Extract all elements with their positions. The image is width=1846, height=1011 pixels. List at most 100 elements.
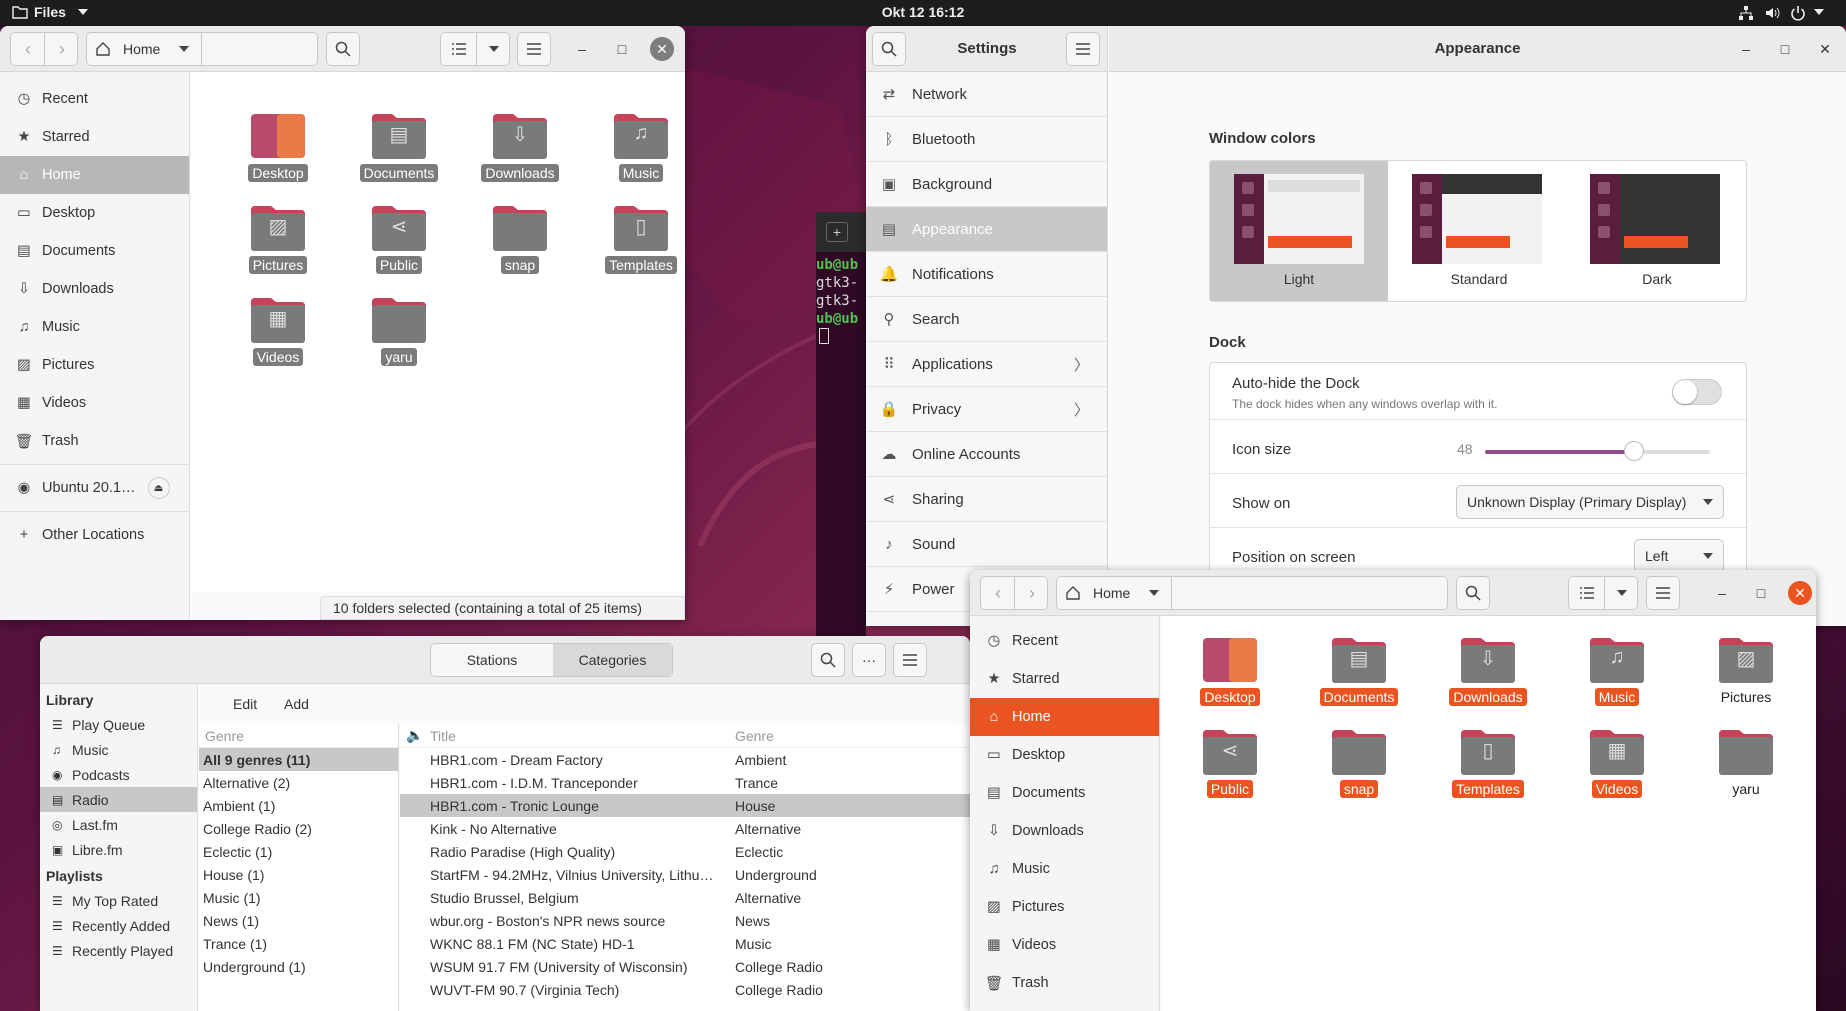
sidebar-item-home[interactable]: ⌂ Home [0,156,189,194]
sidebar-item-starred[interactable]: ★ Starred [970,660,1159,698]
theme-dark[interactable]: Dark [1568,161,1746,301]
clock[interactable]: Okt 12 16:12 [0,4,1846,20]
station-row[interactable]: wbur.org - Boston's NPR news source News [400,909,970,932]
station-row[interactable]: StartFM - 94.2MHz, Vilnius University, L… [400,863,970,886]
genre-row[interactable]: All 9 genres (11) [199,748,398,771]
minimize-button[interactable]: – [1734,37,1758,61]
search-button[interactable] [811,643,845,677]
maximize-button[interactable]: □ [1773,37,1797,61]
settings-item-search[interactable]: ⚲ Search [866,297,1107,342]
tab-stations[interactable]: Stations [431,644,553,676]
library-item-radio[interactable]: ▤ Radio [40,787,197,812]
station-row[interactable]: HBR1.com - I.D.M. Tranceponder Trance [400,771,970,794]
genre-column-header[interactable]: Genre [735,728,774,744]
sidebar-item-documents[interactable]: ▤ Documents [970,774,1159,812]
settings-item-background[interactable]: ▣ Background [866,162,1107,207]
folder-downloads[interactable]: ⇩ Downloads [460,112,580,182]
folder-pictures[interactable]: ▨ Pictures [1686,636,1806,706]
sidebar-item-videos[interactable]: ▦ Videos [970,926,1159,964]
station-row[interactable]: Radio Paradise (High Quality) Eclectic [400,840,970,863]
maximize-button[interactable]: □ [1749,581,1773,605]
settings-item-sound[interactable]: ♪ Sound [866,522,1107,567]
folder-public[interactable]: ⋖ Public [339,204,459,274]
path-bar[interactable]: Home [1056,576,1448,610]
folder-desktop[interactable]: Desktop [218,112,338,182]
genre-header[interactable]: Genre [199,724,398,748]
genre-row[interactable]: Underground (1) [199,955,398,978]
close-button[interactable]: ✕ [650,37,674,61]
close-button[interactable]: ✕ [1788,581,1812,605]
volume-icon[interactable] [1764,5,1780,21]
menu-button[interactable] [1066,32,1100,66]
library-item-podcasts[interactable]: ◉ Podcasts [40,762,197,787]
sidebar-item-trash[interactable]: 🗑 Trash [0,422,189,460]
network-icon[interactable] [1738,5,1754,21]
settings-item-privacy[interactable]: 🔒 Privacy 〉 [866,387,1107,432]
path-bar[interactable]: Home [86,32,318,66]
settings-item-notifications[interactable]: 🔔 Notifications [866,252,1107,297]
forward-button[interactable]: › [45,33,79,65]
genre-row[interactable]: College Radio (2) [199,817,398,840]
files-window-2[interactable]: ‹ › Home – □ ✕ ◷ Recent ★ Starred ⌂ Home ▭ Desk… [970,570,1816,1011]
sidebar-item-downloads[interactable]: ⇩ Downloads [970,812,1159,850]
sidebar-item-downloads[interactable]: ⇩ Downloads [0,270,189,308]
folder-public[interactable]: ⋖ Public [1170,728,1290,798]
folder-yaru[interactable]: yaru [339,296,459,366]
folder-documents[interactable]: ▤ Documents [339,112,459,182]
list-view-icon[interactable] [441,33,476,65]
show-on-dropdown[interactable]: Unknown Display (Primary Display) [1456,485,1724,519]
title-header[interactable]: Title [430,728,735,744]
sidebar-item-desktop[interactable]: ▭ Desktop [0,194,189,232]
autohide-toggle[interactable] [1672,379,1722,405]
sidebar-item-pictures[interactable]: ▨ Pictures [970,888,1159,926]
path-home[interactable]: Home [123,41,160,57]
library-item-play-queue[interactable]: ☰ Play Queue [40,712,197,737]
folder-yaru[interactable]: yaru [1686,728,1806,798]
add-button[interactable]: Add [284,696,309,712]
sidebar-item-desktop[interactable]: ▭ Desktop [970,736,1159,774]
library-item-last-fm[interactable]: ◎ Last.fm [40,812,197,837]
back-button[interactable]: ‹ [11,33,45,65]
genre-row[interactable]: Alternative (2) [199,771,398,794]
playlist-item[interactable]: ☰ Recently Added [40,913,197,938]
menu-button[interactable] [893,643,927,677]
eject-icon[interactable]: ⏏ [147,477,170,499]
icon-size-slider[interactable] [1485,441,1710,461]
sidebar-item-starred[interactable]: ★ Starred [0,118,189,156]
position-dropdown[interactable]: Left [1634,539,1724,573]
folder-desktop[interactable]: Desktop [1170,636,1290,706]
sidebar-item-videos[interactable]: ▦ Videos [0,384,189,422]
tab-categories[interactable]: Categories [553,644,672,676]
maximize-button[interactable]: □ [610,37,634,61]
menu-button[interactable] [1646,576,1680,610]
folder-videos[interactable]: ▦ Videos [218,296,338,366]
chevron-down-icon[interactable] [1605,577,1639,609]
sidebar-item-recent[interactable]: ◷ Recent [0,80,189,118]
path-home[interactable]: Home [1093,585,1130,601]
new-tab-icon[interactable]: + [826,222,848,242]
search-button[interactable] [326,32,360,66]
close-button[interactable]: ✕ [1813,37,1837,61]
library-item-music[interactable]: ♫ Music [40,737,197,762]
minimize-button[interactable]: – [570,37,594,61]
search-button[interactable] [1456,576,1490,610]
theme-standard[interactable]: Standard [1390,161,1568,301]
settings-item-network[interactable]: ⇄ Network [866,72,1107,117]
theme-light[interactable]: Light [1210,161,1388,301]
slider-handle[interactable] [1623,441,1644,461]
sidebar-item-home[interactable]: ⌂ Home [970,698,1159,736]
genre-row[interactable]: News (1) [199,909,398,932]
files-window[interactable]: ‹ › Home – □ ✕ ◷ Recent ★ Starred ⌂ Home ▭ D… [0,26,685,620]
forward-button[interactable]: › [1015,577,1049,609]
genre-row[interactable]: Trance (1) [199,932,398,955]
file-grid[interactable]: Desktop ▤ Documents ⇩ Downloads ♫ Music ▨ Pictur… [191,72,685,592]
station-row[interactable]: HBR1.com - Dream Factory Ambient [400,748,970,771]
rhythmbox-window[interactable]: Stations Categories ··· Library ☰ Play Que… [40,636,970,1011]
sidebar-item-recent[interactable]: ◷ Recent [970,622,1159,660]
station-row[interactable]: WSUM 91.7 FM (University of Wisconsin) Co… [400,955,970,978]
terminal-window[interactable]: + ub@ub gtk3- gtk3- ub@ub [816,212,866,642]
sidebar-item-drive[interactable]: ◉ Ubuntu 20.1… ⏏ [0,469,189,507]
station-row[interactable]: Kink - No Alternative Alternative [400,817,970,840]
settings-item-bluetooth[interactable]: ᛒ Bluetooth [866,117,1107,162]
sidebar-item-music[interactable]: ♫ Music [0,308,189,346]
